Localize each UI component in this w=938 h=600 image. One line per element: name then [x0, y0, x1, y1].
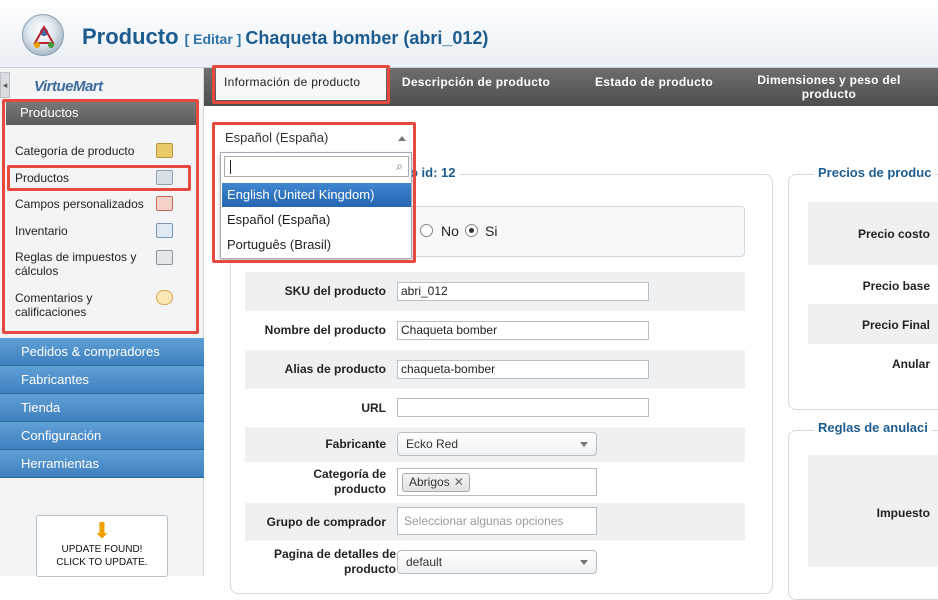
tab-informacion[interactable]: Información de producto: [216, 68, 386, 100]
sidebar-nav-fabricantes[interactable]: Fabricantes: [0, 366, 204, 394]
base-price-label: Precio base: [862, 279, 930, 293]
details-page-label: Pagina de detalles de producto: [273, 547, 396, 576]
manufacturer-label: Fabricante: [325, 437, 386, 451]
published-si-radio[interactable]: [465, 224, 478, 237]
search-icon: ⌕: [396, 159, 403, 173]
override-rules-legend: Reglas de anulaci: [814, 420, 932, 435]
update-notice-button[interactable]: ⬇ UPDATE FOUND! CLICK TO UPDATE.: [36, 515, 168, 577]
calculator-icon: [156, 250, 173, 265]
language-option-english[interactable]: English (United Kingdom): [222, 183, 411, 207]
tab-dimensiones[interactable]: Dimensiones y peso del producto: [744, 73, 914, 101]
url-label: URL: [361, 401, 386, 415]
title-product: Chaqueta bomber (abri_012): [245, 28, 489, 48]
tab-descripcion[interactable]: Descripción de producto: [396, 75, 556, 89]
language-selected: Español (España): [225, 130, 329, 145]
shopper-group-label: Grupo de comprador: [266, 515, 386, 529]
tax-label: Impuesto: [876, 506, 930, 520]
published-no-label: No: [441, 223, 459, 239]
sidebar-section-productos[interactable]: Productos: [6, 101, 196, 125]
cost-price-label: Precio costo: [857, 227, 930, 241]
title-main: Producto: [82, 24, 179, 49]
text-cursor: [230, 160, 231, 174]
products-icon: [156, 170, 173, 185]
collapse-sidebar-icon[interactable]: ◂: [0, 72, 10, 98]
sidebar-item-categoria[interactable]: Categoría de producto: [15, 144, 134, 158]
published-si-label: Si: [485, 223, 498, 239]
logo-text: VirtueMart: [34, 78, 103, 95]
language-search-input[interactable]: ⌕: [224, 156, 409, 177]
details-page-value: default: [406, 555, 443, 569]
category-icon: [156, 143, 173, 158]
chevron-down-icon: [580, 560, 588, 565]
language-dropdown: ⌕ English (United Kingdom) Español (Espa…: [220, 152, 412, 259]
sku-label: SKU del producto: [284, 284, 386, 298]
alias-label: Alias de producto: [284, 362, 386, 376]
product-info-legend: o id: 12: [406, 165, 460, 180]
manufacturer-select[interactable]: Ecko Red: [397, 432, 597, 456]
sidebar-nav-herramientas[interactable]: Herramientas: [0, 450, 204, 478]
override-label: Anular: [891, 357, 930, 371]
final-price-label: Precio Final: [861, 318, 930, 332]
sidebar-item-productos[interactable]: Productos: [15, 171, 69, 185]
sidebar-item-campos[interactable]: Campos personalizados: [15, 197, 144, 211]
category-label: Categoría de producto: [313, 467, 386, 496]
title-action: [ Editar ]: [184, 31, 242, 47]
page-title: Producto [ Editar ] Chaqueta bomber (abri_…: [82, 24, 488, 50]
joomla-logo-icon: [22, 14, 64, 56]
sidebar-item-comentarios[interactable]: Comentarios y calificaciones: [15, 291, 135, 319]
alias-input[interactable]: chaqueta-bomber: [397, 360, 649, 379]
published-no-radio[interactable]: [420, 224, 433, 237]
name-input[interactable]: Chaqueta bomber: [397, 321, 649, 340]
sku-input[interactable]: abri_012: [397, 282, 649, 301]
shopper-group-multiselect[interactable]: Seleccionar algunas opciones: [397, 507, 597, 535]
comments-icon: [156, 290, 173, 305]
language-select[interactable]: Español (España): [220, 126, 412, 150]
sidebar-item-reglas[interactable]: Reglas de impuestos y cálculos: [15, 250, 150, 278]
inventory-icon: [156, 223, 173, 238]
shopper-group-placeholder: Seleccionar algunas opciones: [404, 514, 564, 528]
virtuemart-logo: VirtueMart: [34, 78, 103, 98]
sidebar-nav-pedidos[interactable]: Pedidos & compradores: [0, 338, 204, 366]
download-arrow-icon: ⬇: [92, 518, 112, 543]
language-option-portugues[interactable]: Português (Brasil): [222, 233, 411, 257]
prices-legend: Precios de produc: [814, 165, 936, 180]
chevron-up-icon: [398, 136, 406, 141]
category-multiselect[interactable]: Abrigos ✕: [397, 468, 597, 496]
sidebar-nav-configuracion[interactable]: Configuración: [0, 422, 204, 450]
tab-estado[interactable]: Estado de producto: [584, 75, 724, 89]
details-page-select[interactable]: default: [397, 550, 597, 574]
update-line1: UPDATE FOUND!: [61, 544, 143, 555]
url-input[interactable]: [397, 398, 649, 417]
sidebar-item-inventario[interactable]: Inventario: [15, 224, 68, 238]
chevron-down-icon: [580, 442, 588, 447]
custom-fields-icon: [156, 196, 173, 211]
language-option-espanol[interactable]: Español (España): [222, 208, 411, 232]
category-chip-label: Abrigos: [409, 475, 450, 489]
manufacturer-value: Ecko Red: [406, 437, 459, 451]
sidebar-nav-tienda[interactable]: Tienda: [0, 394, 204, 422]
category-chip[interactable]: Abrigos ✕: [402, 473, 470, 492]
name-label: Nombre del producto: [264, 323, 386, 337]
update-line2: CLICK TO UPDATE.: [56, 557, 148, 568]
remove-chip-icon[interactable]: ✕: [454, 475, 464, 489]
